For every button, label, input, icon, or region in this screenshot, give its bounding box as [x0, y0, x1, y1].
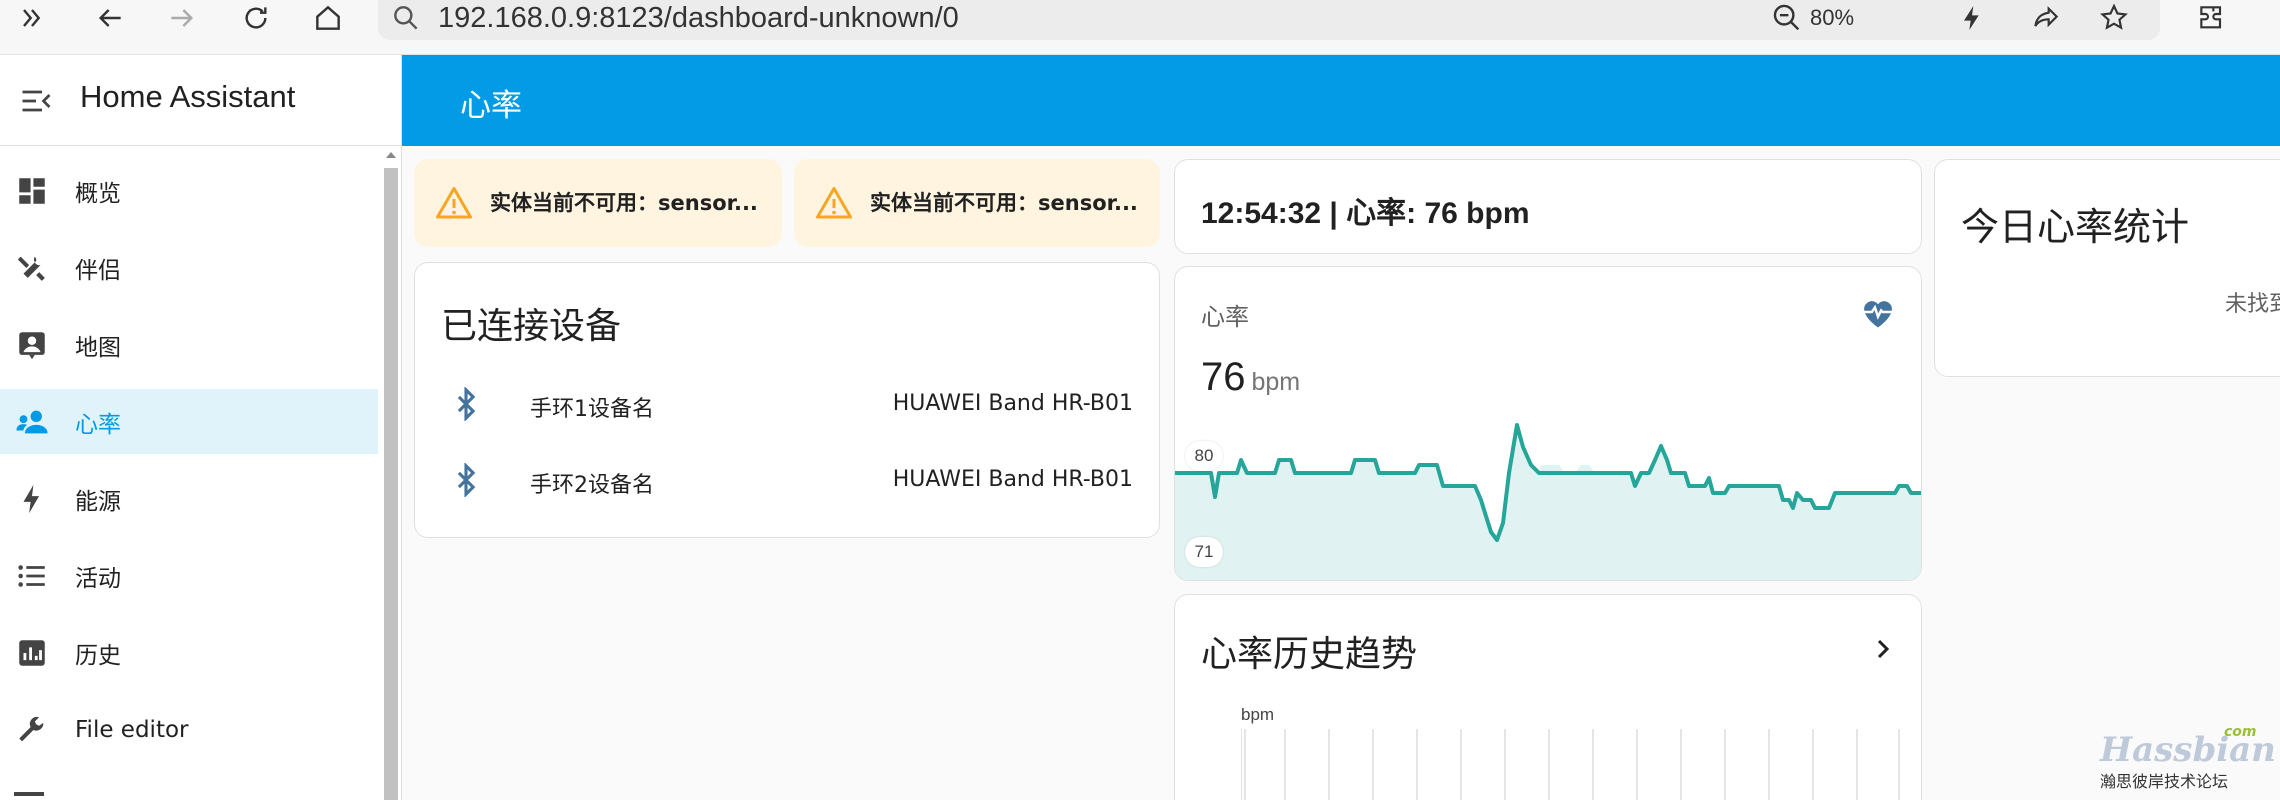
device-name: 手环2设备名 [530, 473, 654, 498]
sidebar-item-file-editor[interactable]: File editor [0, 697, 378, 762]
sidebar-item-label: File editor [75, 716, 189, 743]
scrollbar-thumb[interactable] [384, 168, 398, 800]
chevron-right-icon[interactable] [1871, 637, 1895, 665]
watermark-com: com [2224, 724, 2257, 740]
sensor-unit: bpm [1251, 368, 1301, 396]
warning-text: 实体当前不可用：sensor... [870, 191, 1138, 215]
sidebar-item-label: 概览 [75, 180, 121, 207]
sidebar-item-label: 伴侣 [75, 257, 121, 284]
search-icon [390, 2, 422, 38]
trend-title: 心率历史趋势 [1201, 634, 1418, 675]
sidebar-header: Home Assistant [0, 55, 402, 146]
zoom-level: 80% [1810, 5, 1855, 30]
bolt-icon[interactable] [1950, 0, 1994, 36]
devices-card: 已连接设备 手环1设备名 HUAWEI Band HR-B01 手环2设备名 H… [414, 262, 1160, 538]
reload-icon[interactable] [234, 0, 278, 36]
device-row[interactable]: 手环2设备名 HUAWEI Band HR-B01 [415, 449, 1159, 509]
watermark-sub: 瀚思彼岸技术论坛 [2100, 772, 2229, 791]
wrench-icon [14, 712, 50, 748]
bluetooth-icon [455, 386, 477, 425]
sparkline-graph [1175, 423, 1921, 580]
address-bar[interactable]: 192.168.0.9:8123/dashboard-unknown/0 80% [378, 0, 2160, 40]
clock-card: 12:54:32 | 心率: 76 bpm [1174, 159, 1922, 254]
lightning-icon [14, 481, 50, 517]
sidebar-item-energy[interactable]: 能源 [0, 466, 378, 531]
sidebar-item-label: 地图 [75, 334, 121, 361]
browser-toolbar: 192.168.0.9:8123/dashboard-unknown/0 80% [0, 0, 2280, 55]
zoom-control[interactable]: 80% [1770, 0, 1854, 36]
sidebar-item-heart-rate[interactable]: 心率 [0, 389, 378, 454]
app-title: Home Assistant [80, 79, 296, 114]
device-name: 手环1设备名 [530, 397, 654, 422]
sidebar-scrollbar[interactable] [380, 146, 402, 800]
sidebar-item-activity[interactable]: 活动 [0, 543, 378, 608]
device-row[interactable]: 手环1设备名 HUAWEI Band HR-B01 [415, 373, 1159, 433]
watermark-logo: com Hassbian 瀚思彼岸技术论坛 [2100, 724, 2276, 792]
heart-rate-sensor-card[interactable]: 心率 76 bpm 80 71 [1174, 266, 1922, 581]
map-person-icon [14, 327, 50, 363]
sidebar-item-companion[interactable]: 伴侣 [0, 235, 378, 300]
stats-note: 未找到 [2225, 292, 2280, 317]
clock-text: 12:54:32 | 心率: 76 bpm [1201, 197, 1530, 230]
sparkline-area [1175, 425, 1921, 580]
sidebar: 概览 伴侣 地图 心率 能源 活动 历史 File editor [0, 146, 380, 800]
devices-title: 已连接设备 [441, 306, 622, 347]
sensor-value: 76 bpm [1201, 355, 1300, 400]
history-chart-icon [14, 635, 50, 671]
sidebar-item-map[interactable]: 地图 [0, 312, 378, 377]
sparkline-min-label: 71 [1185, 537, 1223, 567]
zoom-out-icon[interactable] [1770, 1, 1804, 35]
sidebar-item-label: 活动 [75, 565, 121, 592]
bluetooth-icon [455, 462, 477, 501]
device-value: HUAWEI Band HR-B01 [892, 391, 1133, 416]
back-icon[interactable] [88, 0, 132, 36]
page-title: 心率 [460, 88, 522, 124]
scroll-up-icon[interactable] [386, 152, 396, 158]
extensions-icon[interactable] [2190, 0, 2234, 36]
sidebar-item-overview[interactable]: 概览 [0, 158, 378, 223]
url-text[interactable]: 192.168.0.9:8123/dashboard-unknown/0 [438, 0, 959, 36]
star-add-icon[interactable] [2092, 0, 2136, 36]
device-value: HUAWEI Band HR-B01 [892, 467, 1133, 492]
trend-unit-label: bpm [1241, 705, 1275, 724]
stats-card: 今日心率统计 未找到 [1934, 159, 2280, 377]
sidebar-item-label: 能源 [75, 488, 121, 515]
trend-grid [1241, 729, 1900, 800]
sidebar-item-label: 历史 [75, 642, 121, 669]
warning-card: 实体当前不可用：sensor... [414, 159, 782, 247]
tools-icon [14, 250, 50, 286]
stats-title: 今日心率统计 [1961, 205, 2190, 249]
warning-text: 实体当前不可用：sensor... [490, 191, 758, 215]
home-icon[interactable] [306, 0, 350, 36]
warning-card: 实体当前不可用：sensor... [794, 159, 1160, 247]
more-items-hint [14, 792, 44, 796]
dashboard-icon [14, 173, 50, 209]
forward-icon[interactable] [160, 0, 204, 36]
sidebar-item-label: 心率 [75, 411, 121, 438]
people-icon [14, 404, 50, 440]
heart-pulse-icon [1859, 295, 1897, 333]
share-icon[interactable] [2024, 0, 2068, 36]
trend-card: 心率历史趋势 bpm [1174, 594, 1922, 800]
sidebar-item-history[interactable]: 历史 [0, 620, 378, 685]
list-icon [14, 558, 50, 594]
main-header: 心率 [402, 55, 2280, 146]
warning-icon [436, 185, 472, 223]
menu-collapse-icon[interactable] [18, 83, 54, 123]
warning-icon [816, 185, 852, 223]
sensor-name: 心率 [1201, 303, 1249, 331]
sparkline-max-label: 80 [1185, 441, 1223, 471]
double-chevron-icon[interactable] [10, 0, 54, 36]
sensor-value-number: 76 [1201, 355, 1246, 399]
